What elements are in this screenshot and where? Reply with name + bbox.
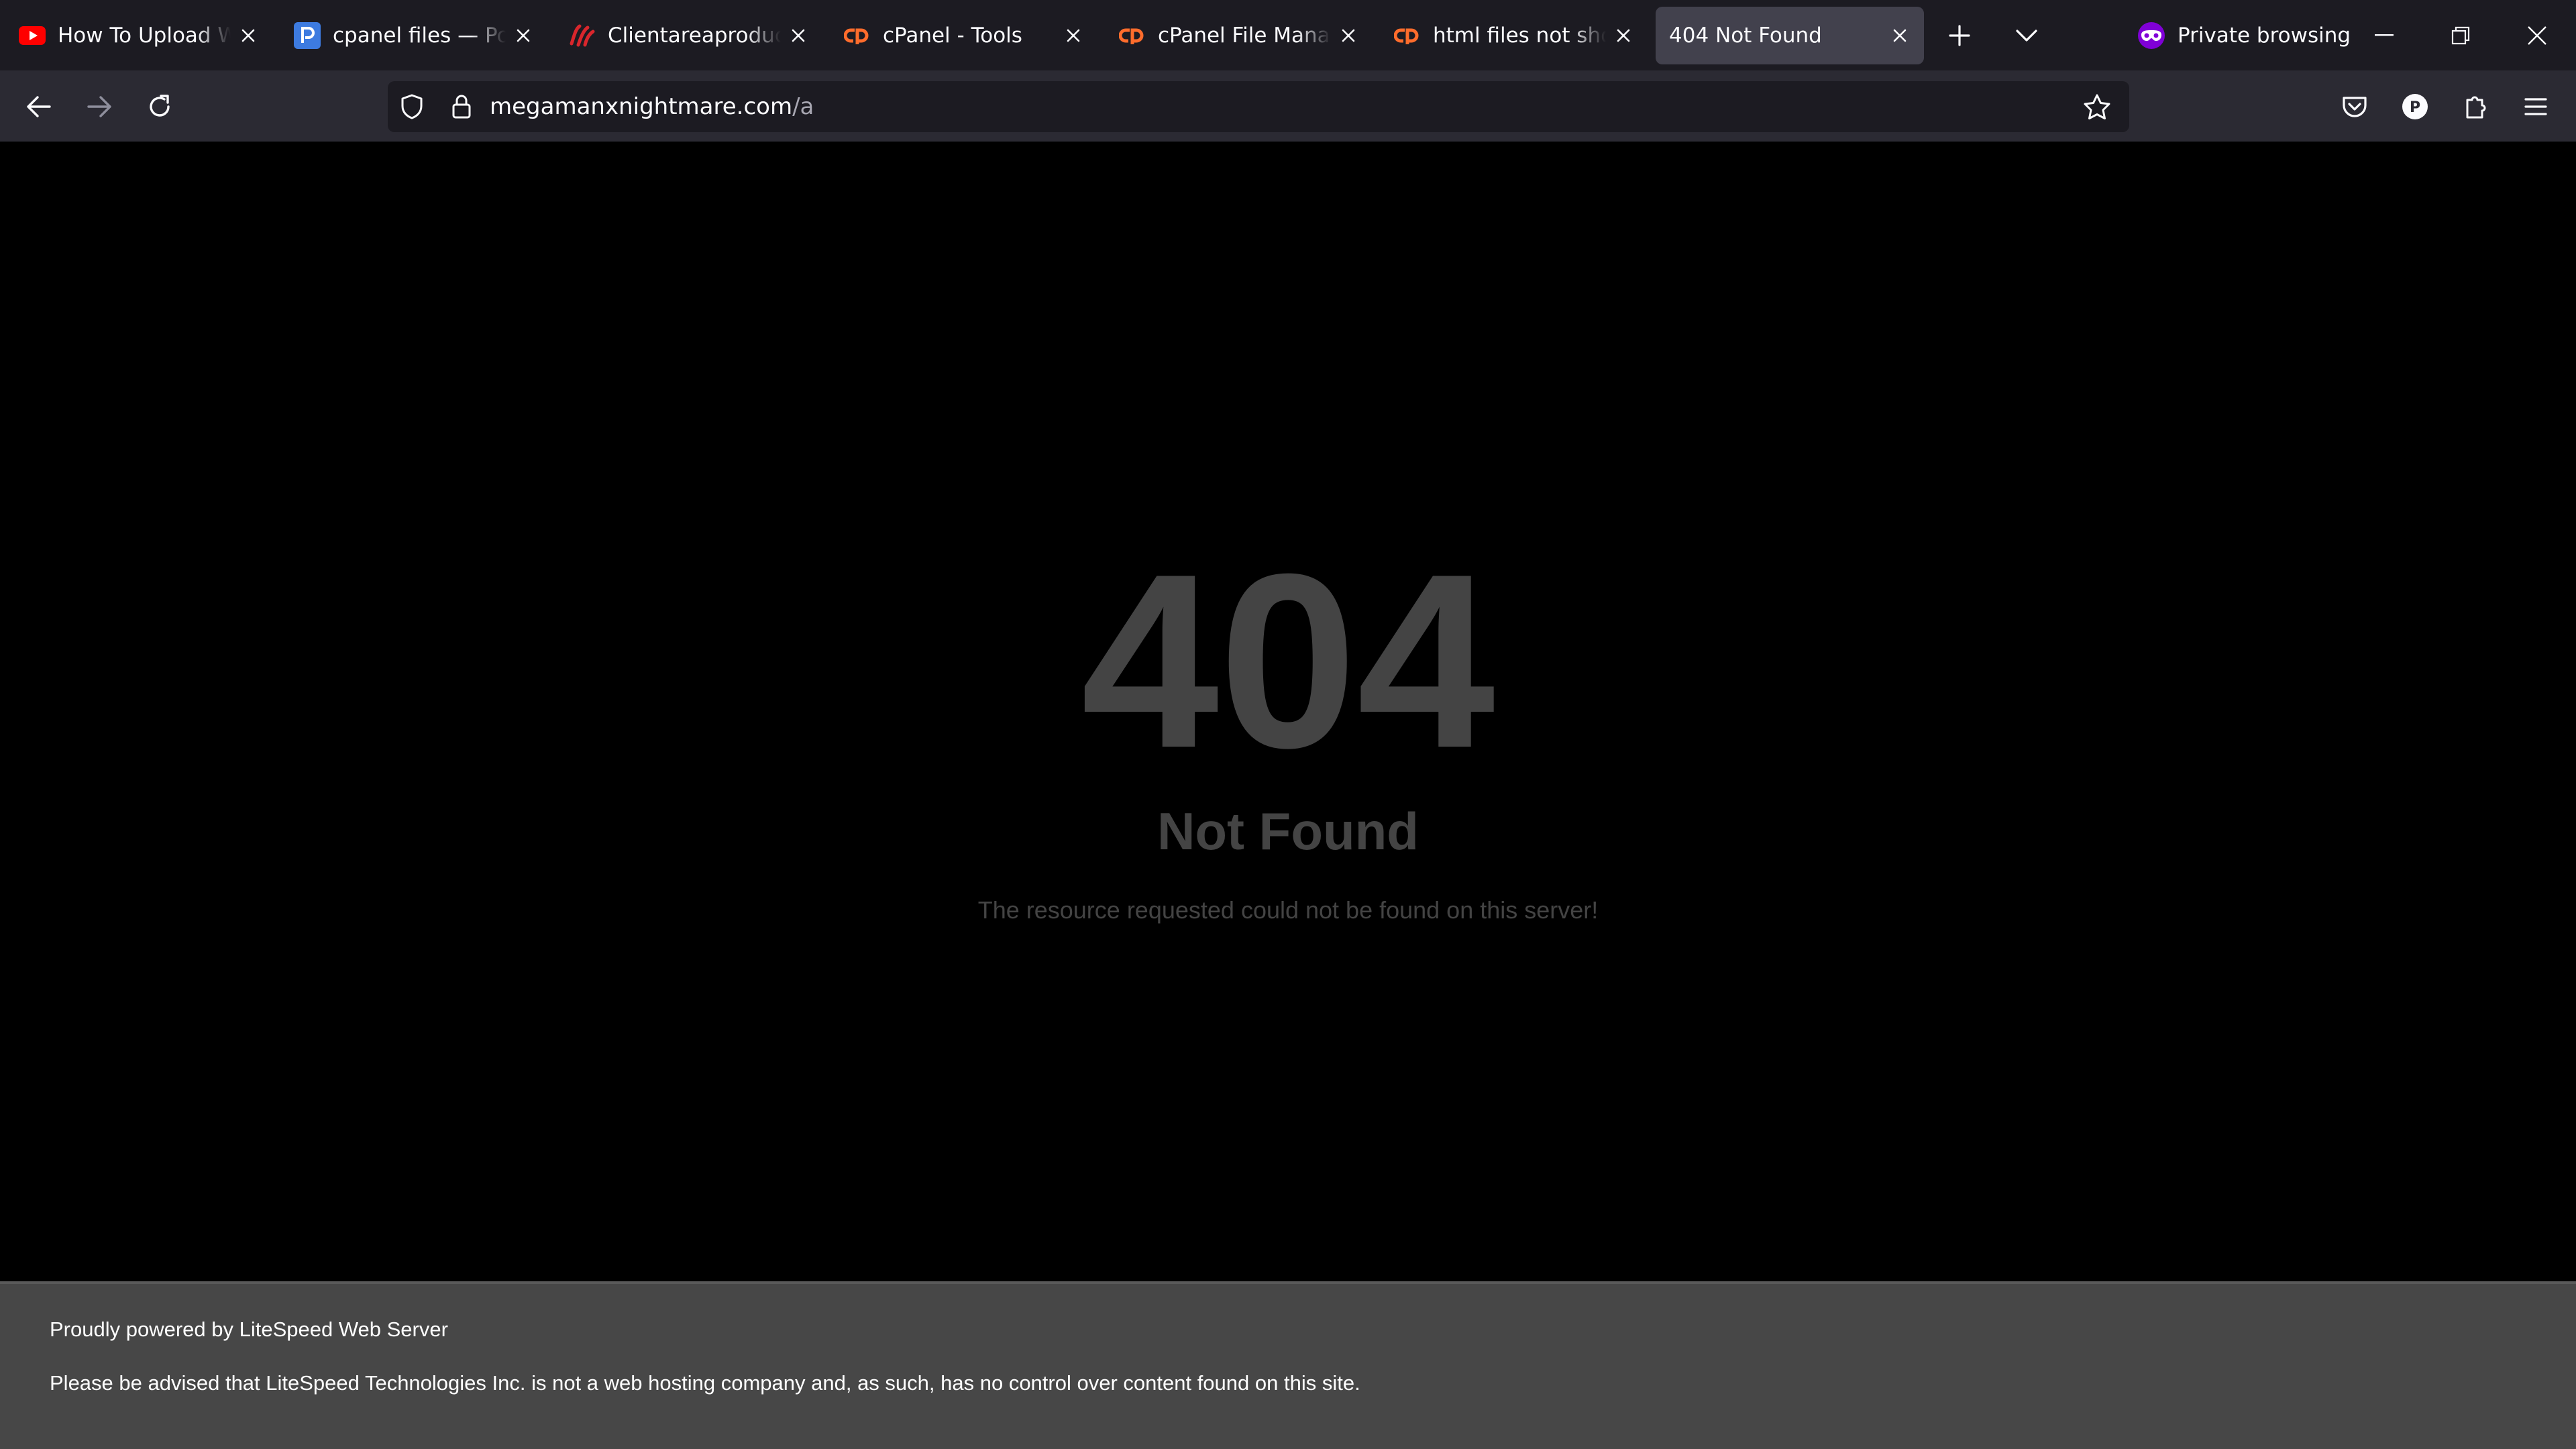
arrow-left-icon <box>27 96 51 117</box>
close-icon[interactable] <box>786 23 810 48</box>
pocket-button[interactable] <box>2333 85 2376 128</box>
new-tab-button[interactable] <box>1939 15 1980 56</box>
tab-title: How To Upload Website <box>58 23 231 48</box>
close-icon[interactable] <box>1611 23 1635 48</box>
cpanel-icon <box>1394 22 1421 49</box>
navigation-toolbar: megamanxnightmare.com/a P <box>0 70 2576 142</box>
restore-icon <box>2451 26 2470 44</box>
error-title: Not Found <box>1157 802 1419 861</box>
restore-button[interactable] <box>2423 0 2498 70</box>
url-path: /a <box>792 93 814 120</box>
app-menu-button[interactable] <box>2514 85 2557 128</box>
account-button[interactable]: P <box>2394 85 2436 128</box>
minimize-icon <box>2375 34 2394 36</box>
tab-cpanel-file-manager[interactable]: cPanel File Manager <box>1104 7 1373 64</box>
close-icon[interactable] <box>1336 23 1360 48</box>
tab-title: html files not showing <box>1433 23 1606 48</box>
private-mask-icon <box>2138 22 2165 49</box>
close-icon[interactable] <box>1061 23 1085 48</box>
cpanel-icon <box>1119 22 1146 49</box>
page-content: 404 Not Found The resource requested cou… <box>0 142 2576 1281</box>
pocket-icon <box>2343 97 2367 117</box>
lock-icon[interactable] <box>447 92 476 121</box>
footer-notice: Please be advised that LiteSpeed Technol… <box>50 1371 1360 1395</box>
youtube-icon <box>19 22 46 49</box>
tab-cpanel-tools[interactable]: cPanel - Tools <box>829 7 1097 64</box>
close-icon[interactable] <box>236 23 260 48</box>
error-code: 404 <box>1081 523 1495 800</box>
tab-title: cPanel File Manager <box>1158 23 1331 48</box>
close-window-button[interactable] <box>2500 0 2575 70</box>
bookmark-star-icon[interactable] <box>2082 92 2112 121</box>
avatar: P <box>2402 94 2428 119</box>
hosting-logo-icon <box>569 22 596 49</box>
tab-404-not-found[interactable]: 404 Not Found <box>1656 7 1924 64</box>
shield-icon[interactable] <box>397 92 427 121</box>
postimages-icon <box>294 22 321 49</box>
extensions-button[interactable] <box>2454 85 2497 128</box>
avatar-initial: P <box>2410 99 2420 116</box>
close-icon <box>2528 25 2546 45</box>
plus-icon <box>1949 25 1970 46</box>
reload-icon <box>150 95 170 117</box>
tab-title: cPanel - Tools <box>883 23 1022 48</box>
private-browsing-indicator: Private browsing <box>2137 16 2351 55</box>
tab-title: cpanel files — Posting <box>333 23 506 48</box>
url-text[interactable]: megamanxnightmare.com/a <box>490 81 814 132</box>
tab-html-files-not-showing[interactable]: html files not showing <box>1379 7 1648 64</box>
close-icon[interactable] <box>511 23 535 48</box>
chevron-down-icon <box>2016 30 2037 42</box>
private-browsing-label: Private browsing <box>2178 23 2351 48</box>
footer-powered-by: Proudly powered by LiteSpeed Web Server <box>50 1318 448 1341</box>
url-host: megamanxnightmare.com <box>490 93 793 120</box>
forward-button[interactable] <box>78 85 121 128</box>
reload-button[interactable] <box>138 85 181 128</box>
address-bar[interactable]: megamanxnightmare.com/a <box>388 81 2129 132</box>
arrow-right-icon <box>87 96 111 117</box>
hamburger-menu-icon <box>2524 98 2547 115</box>
page-footer: Proudly powered by LiteSpeed Web Server … <box>0 1281 2576 1449</box>
tab-how-to-upload[interactable]: How To Upload Website <box>4 7 272 64</box>
tab-clientarea[interactable]: Clientareaproductdetails <box>554 7 822 64</box>
close-icon[interactable] <box>1888 23 1912 48</box>
cpanel-icon <box>844 22 871 49</box>
tab-title: Clientareaproductdetails <box>608 23 781 48</box>
tab-strip: How To Upload Website cpanel files — Pos… <box>0 0 2576 70</box>
error-message: The resource requested could not be foun… <box>977 896 1599 924</box>
minimize-button[interactable] <box>2347 0 2422 70</box>
back-button[interactable] <box>17 85 60 128</box>
tab-cpanel-files-postimg[interactable]: cpanel files — Posting <box>279 7 547 64</box>
list-all-tabs-button[interactable] <box>2006 15 2047 56</box>
puzzle-piece-icon <box>2466 96 2486 119</box>
tab-title: 404 Not Found <box>1669 23 1822 48</box>
